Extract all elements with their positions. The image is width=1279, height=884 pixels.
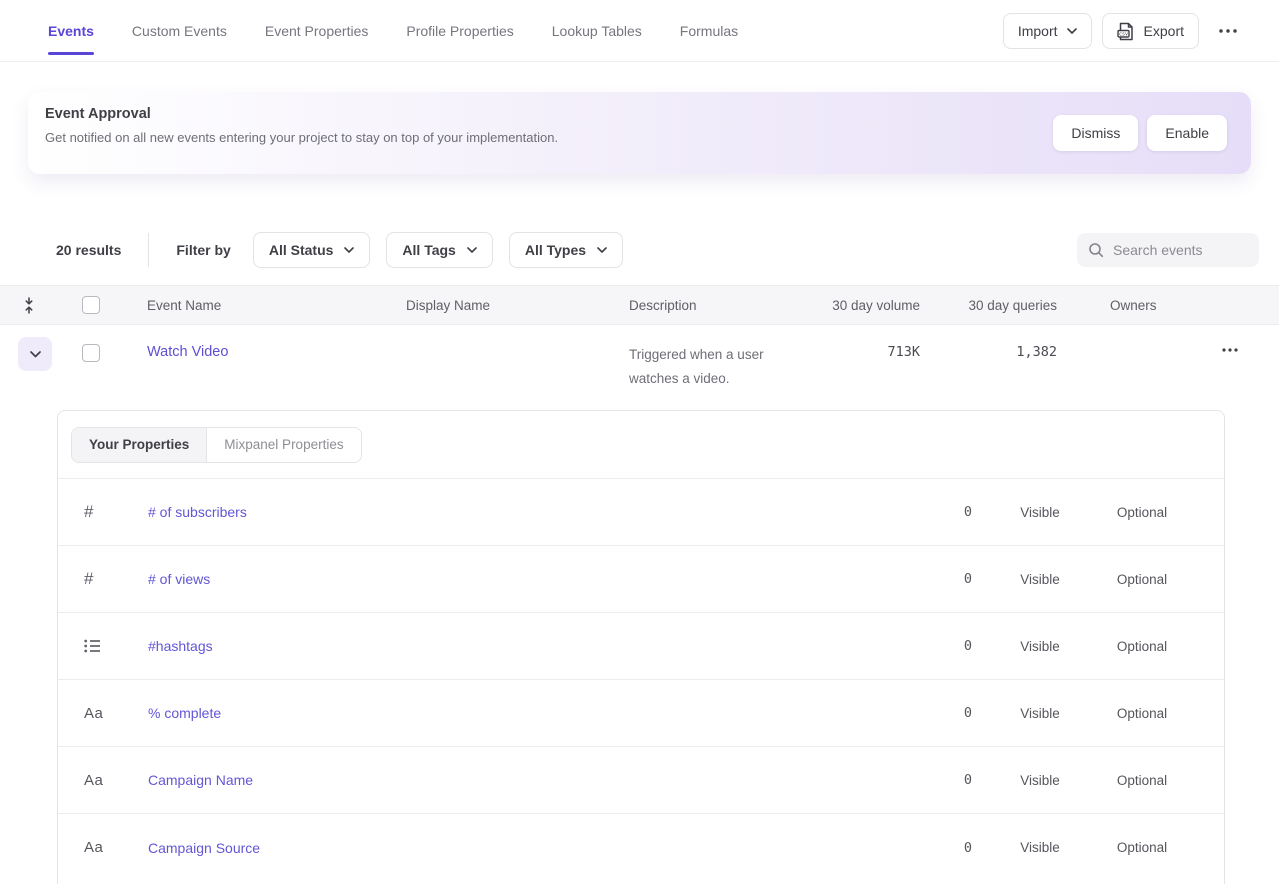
- chevron-down-icon: [597, 247, 607, 253]
- nav-actions: Import csv Export: [1003, 0, 1241, 62]
- property-row: Aa Campaign Source 0 Visible Optional: [58, 814, 1224, 881]
- property-requirement: Optional: [1080, 572, 1204, 587]
- row-expander-button[interactable]: [18, 337, 52, 371]
- tab-your-properties[interactable]: Your Properties: [72, 428, 207, 462]
- property-count: 0: [900, 705, 1000, 721]
- property-requirement: Optional: [1080, 706, 1204, 721]
- chevron-down-icon: [1067, 28, 1077, 34]
- filter-bar: 20 results Filter by All Status All Tags…: [56, 232, 639, 268]
- chevron-down-icon: [344, 247, 354, 253]
- tab-lookup-tables[interactable]: Lookup Tables: [552, 0, 642, 61]
- tab-profile-properties[interactable]: Profile Properties: [406, 0, 513, 61]
- tab-events[interactable]: Events: [48, 0, 94, 61]
- tags-filter-dropdown[interactable]: All Tags: [386, 232, 492, 268]
- property-row: #hashtags 0 Visible Optional: [58, 613, 1224, 680]
- banner-title: Event Approval: [45, 106, 151, 122]
- text-type-icon: Aa: [84, 705, 103, 722]
- csv-file-icon: csv: [1117, 22, 1135, 41]
- export-button-label: Export: [1144, 23, 1184, 39]
- header-30-day-queries: 30 day queries: [920, 298, 1057, 313]
- header-event-name: Event Name: [107, 298, 406, 313]
- select-all-checkbox[interactable]: [82, 296, 100, 314]
- collapse-all-icon[interactable]: [0, 297, 57, 314]
- event-name-link[interactable]: Watch Video: [107, 326, 406, 360]
- import-button[interactable]: Import: [1003, 13, 1092, 49]
- nav-more-menu-icon[interactable]: [1215, 25, 1241, 37]
- results-count: 20 results: [56, 242, 121, 258]
- property-visibility: Visible: [1000, 840, 1080, 855]
- properties-tab-bar: Your Properties Mixpanel Properties: [58, 411, 1224, 479]
- property-name-link[interactable]: # of subscribers: [148, 504, 900, 520]
- search-events-input[interactable]: [1113, 242, 1248, 258]
- status-filter-value: All Status: [269, 242, 334, 258]
- events-table-header: Event Name Display Name Description 30 d…: [0, 285, 1279, 325]
- property-name-link[interactable]: # of views: [148, 571, 900, 587]
- search-events-box: [1077, 233, 1259, 267]
- property-name-link[interactable]: #hashtags: [148, 638, 900, 654]
- filter-by-label: Filter by: [176, 242, 230, 258]
- property-row: Aa Campaign Name 0 Visible Optional: [58, 747, 1224, 814]
- banner-description: Get notified on all new events entering …: [45, 130, 558, 145]
- header-description: Description: [629, 298, 829, 313]
- types-filter-value: All Types: [525, 242, 586, 258]
- header-30-day-volume: 30 day volume: [829, 298, 920, 313]
- row-more-menu-icon[interactable]: [1180, 326, 1279, 352]
- property-visibility: Visible: [1000, 505, 1080, 520]
- property-visibility: Visible: [1000, 572, 1080, 587]
- event-30-day-volume: 713K: [829, 326, 920, 360]
- text-type-icon: Aa: [84, 772, 103, 789]
- enable-button[interactable]: Enable: [1147, 115, 1227, 151]
- property-name-link[interactable]: % complete: [148, 705, 900, 721]
- chevron-down-icon: [467, 247, 477, 253]
- divider: [148, 233, 149, 267]
- property-visibility: Visible: [1000, 639, 1080, 654]
- tab-custom-events[interactable]: Custom Events: [132, 0, 227, 61]
- lexicon-tabs: Events Custom Events Event Properties Pr…: [48, 0, 738, 61]
- event-description: Triggered when a user watches a video.: [629, 326, 829, 390]
- event-row-watch-video: Watch Video Triggered when a user watche…: [0, 326, 1279, 394]
- tags-filter-value: All Tags: [402, 242, 455, 258]
- event-properties-panel: Your Properties Mixpanel Properties # # …: [57, 410, 1225, 884]
- export-button[interactable]: csv Export: [1102, 13, 1199, 49]
- types-filter-dropdown[interactable]: All Types: [509, 232, 623, 268]
- import-button-label: Import: [1018, 23, 1058, 39]
- property-count: 0: [900, 638, 1000, 654]
- number-type-icon: #: [84, 502, 93, 522]
- property-count: 0: [900, 504, 1000, 520]
- top-navigation: Events Custom Events Event Properties Pr…: [0, 0, 1279, 62]
- tab-mixpanel-properties[interactable]: Mixpanel Properties: [207, 428, 360, 462]
- property-count: 0: [900, 840, 1000, 856]
- property-name-link[interactable]: Campaign Name: [148, 772, 900, 788]
- text-type-icon: Aa: [84, 839, 103, 856]
- number-type-icon: #: [84, 569, 93, 589]
- property-row: # # of subscribers 0 Visible Optional: [58, 479, 1224, 546]
- property-requirement: Optional: [1080, 639, 1204, 654]
- row-checkbox[interactable]: [82, 344, 100, 362]
- property-row: # # of views 0 Visible Optional: [58, 546, 1224, 613]
- property-row: Aa % complete 0 Visible Optional: [58, 680, 1224, 747]
- event-approval-banner: Event Approval Get notified on all new e…: [28, 92, 1251, 174]
- dismiss-button[interactable]: Dismiss: [1053, 115, 1138, 151]
- property-visibility: Visible: [1000, 706, 1080, 721]
- tab-formulas[interactable]: Formulas: [680, 0, 738, 61]
- property-requirement: Optional: [1080, 773, 1204, 788]
- property-visibility: Visible: [1000, 773, 1080, 788]
- header-display-name: Display Name: [406, 298, 629, 313]
- property-requirement: Optional: [1080, 505, 1204, 520]
- svg-text:csv: csv: [1119, 31, 1128, 37]
- status-filter-dropdown[interactable]: All Status: [253, 232, 371, 268]
- property-count: 0: [900, 571, 1000, 587]
- event-30-day-queries: 1,382: [920, 326, 1057, 360]
- list-type-icon: [84, 639, 101, 653]
- tab-event-properties[interactable]: Event Properties: [265, 0, 369, 61]
- property-name-link[interactable]: Campaign Source: [148, 840, 900, 856]
- property-requirement: Optional: [1080, 840, 1204, 855]
- property-count: 0: [900, 772, 1000, 788]
- properties-segmented-control: Your Properties Mixpanel Properties: [71, 427, 362, 463]
- header-owners: Owners: [1057, 298, 1180, 313]
- search-icon: [1088, 242, 1104, 258]
- banner-actions: Dismiss Enable: [1053, 115, 1227, 151]
